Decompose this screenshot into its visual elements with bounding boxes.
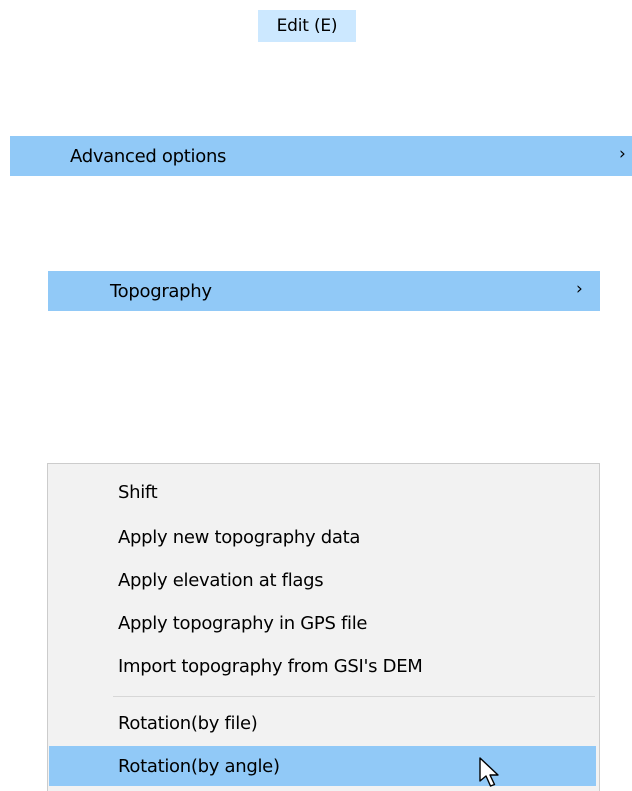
menu-item-shift[interactable]: Shift	[48, 472, 599, 512]
menu-item-label: Apply elevation at flags	[118, 569, 324, 591]
advanced-options-label: Advanced options	[70, 145, 227, 167]
menu-item-rotation-by-file[interactable]: Rotation(by file)	[48, 703, 599, 743]
chevron-right-icon: ›	[619, 144, 626, 164]
menu-item-apply-new-topography-data[interactable]: Apply new topography data	[48, 517, 599, 557]
edit-menu-label: Edit (E)	[276, 16, 338, 36]
mouse-pointer-icon	[479, 757, 499, 787]
menu-item-label: Apply new topography data	[118, 526, 361, 548]
menu-item-rotation-by-angle[interactable]: Rotation(by angle)	[49, 746, 596, 786]
menu-item-label: Shift	[118, 481, 158, 503]
menu-separator	[113, 696, 595, 697]
menu-item-label: Apply topography in GPS file	[118, 612, 368, 634]
topography-submenu: Shift Apply new topography data Apply el…	[47, 463, 600, 791]
menu-item-advanced-options[interactable]: Advanced options ›	[10, 136, 632, 176]
menu-item-topography[interactable]: Topography ›	[48, 271, 600, 311]
topography-label: Topography	[110, 280, 212, 302]
menu-item-import-topography-from-gsi-dem[interactable]: Import topography from GSI's DEM	[48, 646, 599, 686]
chevron-right-icon: ›	[576, 279, 583, 299]
menu-item-apply-elevation-at-flags[interactable]: Apply elevation at flags	[48, 560, 599, 600]
menu-item-label: Rotation(by file)	[118, 712, 258, 734]
menu-item-label: Rotation(by angle)	[118, 755, 280, 777]
edit-menu-title[interactable]: Edit (E)	[258, 10, 356, 42]
menu-item-apply-topography-in-gps-file[interactable]: Apply topography in GPS file	[48, 603, 599, 643]
menu-item-label: Import topography from GSI's DEM	[118, 655, 423, 677]
